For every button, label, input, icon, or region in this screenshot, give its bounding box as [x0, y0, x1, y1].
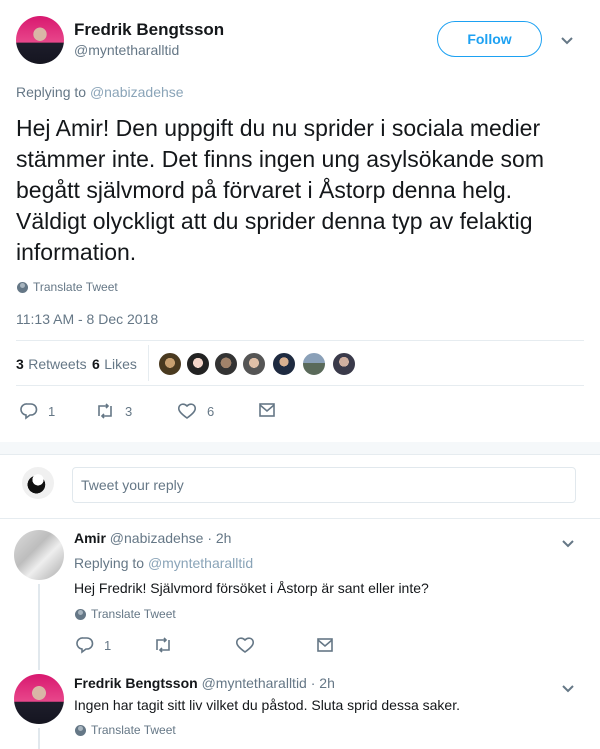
divider	[16, 385, 584, 386]
reply-message-action[interactable]	[316, 637, 334, 653]
message-icon	[317, 638, 333, 652]
retweets-stat[interactable]: 3 Retweets	[16, 356, 87, 374]
liker-avatar[interactable]	[272, 352, 296, 376]
reply-author-handle[interactable]: @myntetharalltid	[202, 675, 307, 691]
reply-replying-to: Replying to @myntetharalltid	[74, 555, 253, 571]
reply-author-name[interactable]: Amir	[74, 530, 106, 546]
reply-translate-link[interactable]: Translate Tweet	[75, 723, 176, 737]
tweet-reply-input[interactable]: Tweet your reply	[72, 467, 576, 503]
liker-avatar[interactable]	[158, 352, 182, 376]
divider	[16, 340, 584, 341]
globe-icon	[17, 281, 28, 293]
reply-header: Fredrik Bengtsson @myntetharalltid · 2h	[74, 675, 335, 691]
liker-avatar[interactable]	[186, 352, 210, 376]
reply-icon	[20, 403, 38, 420]
reply-retweet-action[interactable]	[153, 636, 173, 654]
reply-author-avatar[interactable]	[14, 674, 64, 724]
message-icon	[259, 403, 275, 417]
likes-label: Likes	[104, 356, 137, 372]
translate-label: Translate Tweet	[33, 280, 118, 294]
likes-count: 6	[92, 356, 100, 372]
section-gap	[0, 442, 600, 454]
replying-prefix: Replying to	[16, 84, 87, 100]
stats-separator	[148, 345, 149, 381]
retweet-count: 3	[125, 403, 133, 419]
tweet-timestamp[interactable]: 11:13 AM - 8 Dec 2018	[16, 311, 158, 327]
like-count: 6	[207, 403, 215, 419]
reply-icon	[76, 637, 94, 654]
liker-avatar[interactable]	[242, 352, 266, 376]
author-handle[interactable]: @myntetharalltid	[74, 42, 179, 58]
reply-replying-prefix: Replying to	[74, 555, 145, 571]
thread-line	[38, 584, 40, 670]
reply-text: Hej Fredrik! Självmord försöket i Åstorp…	[74, 580, 429, 596]
author-name[interactable]: Fredrik Bengtsson	[74, 20, 224, 40]
reply-like-action[interactable]	[235, 636, 255, 654]
like-action[interactable]: 6	[177, 402, 214, 420]
translate-tweet-link[interactable]: Translate Tweet	[17, 280, 118, 294]
retweets-label: Retweets	[28, 356, 87, 372]
author-avatar[interactable]	[16, 16, 64, 64]
reply-author-avatar[interactable]	[14, 530, 64, 580]
tweet-text: Hej Amir! Den uppgift du nu sprider i so…	[16, 115, 544, 265]
reply-count: 1	[48, 403, 56, 419]
liker-avatar[interactable]	[214, 352, 238, 376]
liker-avatar[interactable]	[302, 352, 326, 376]
reply-text: Ingen har tagit sitt liv vilket du påsto…	[74, 697, 460, 713]
divider	[0, 518, 600, 519]
reply-more-icon[interactable]	[561, 681, 575, 699]
reply-reply-action[interactable]: 1	[76, 636, 111, 654]
reply-replying-handle-link[interactable]: @myntetharalltid	[148, 555, 253, 571]
heart-icon	[235, 637, 255, 653]
current-user-avatar[interactable]	[22, 467, 54, 499]
divider	[0, 454, 600, 455]
reply-translate-label: Translate Tweet	[91, 607, 176, 621]
thread-line	[38, 728, 40, 749]
retweets-count: 3	[16, 356, 24, 372]
follow-button[interactable]: Follow	[437, 21, 542, 57]
reply-more-icon[interactable]	[561, 536, 575, 554]
message-action[interactable]	[258, 402, 276, 418]
reply-translate-link[interactable]: Translate Tweet	[75, 607, 176, 621]
reply-translate-label: Translate Tweet	[91, 723, 176, 737]
reply-author-name[interactable]: Fredrik Bengtsson	[74, 675, 198, 691]
reply-header: Amir @nabizadehse · 2h	[74, 530, 231, 546]
globe-icon	[75, 608, 86, 620]
liker-avatar[interactable]	[332, 352, 356, 376]
heart-icon	[177, 403, 197, 419]
chevron-down-icon[interactable]	[560, 33, 574, 51]
retweet-action[interactable]: 3	[95, 402, 132, 420]
globe-icon	[75, 724, 86, 736]
likes-stat[interactable]: 6 Likes	[92, 356, 137, 374]
reply-time[interactable]: · 2h	[311, 675, 335, 691]
replying-to: Replying to @nabizadehse	[16, 84, 184, 100]
reply-reply-count: 1	[104, 637, 112, 653]
reply-action[interactable]: 1	[20, 402, 55, 420]
replying-handle-link[interactable]: @nabizadehse	[90, 84, 184, 100]
retweet-icon	[156, 637, 170, 653]
retweet-icon	[98, 403, 112, 419]
reply-author-handle[interactable]: @nabizadehse	[110, 530, 204, 546]
reply-time[interactable]: · 2h	[207, 530, 231, 546]
